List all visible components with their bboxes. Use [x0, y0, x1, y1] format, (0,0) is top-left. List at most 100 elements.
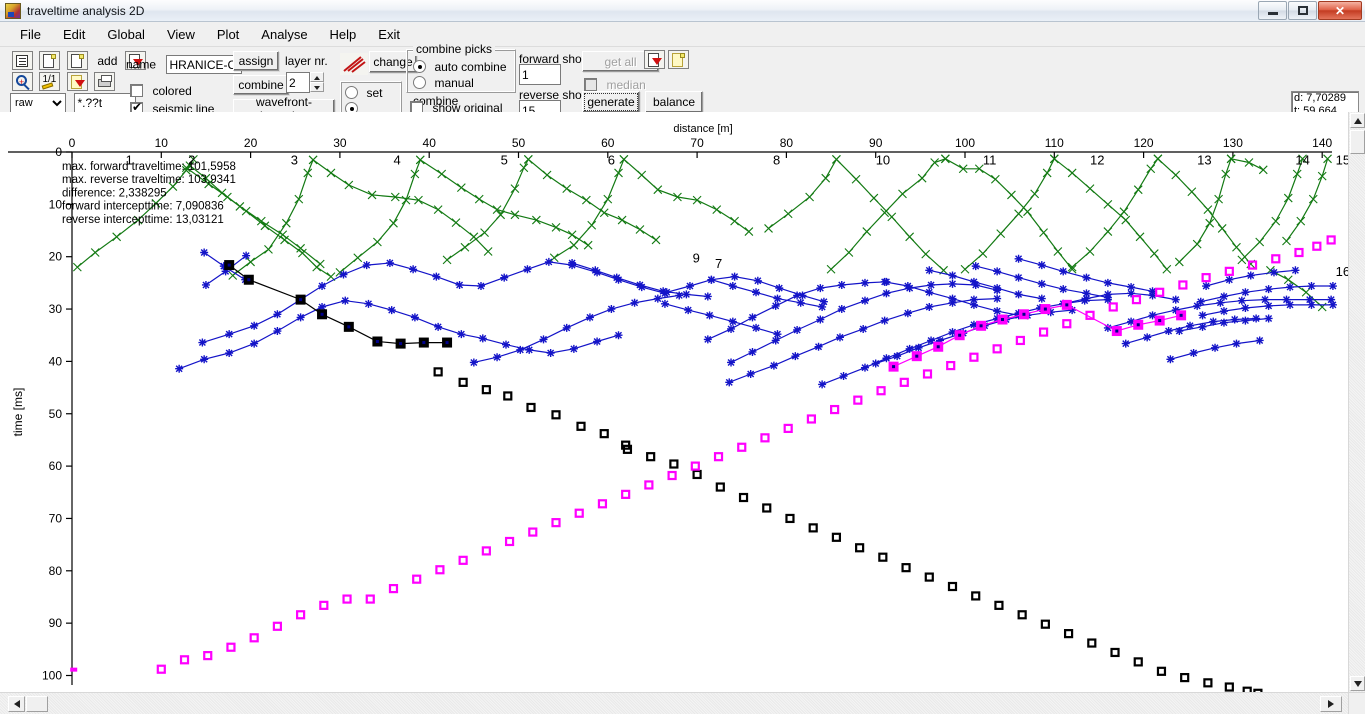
series-blue-c1	[469, 291, 684, 367]
data-marker-core	[299, 298, 303, 302]
data-marker-open-square	[1131, 295, 1142, 305]
one-to-one-icon[interactable]: 1/1	[39, 72, 61, 91]
scroll-up-button[interactable]	[1350, 113, 1365, 128]
layer-nr-row: layer nr.	[285, 52, 328, 70]
list-icon[interactable]	[12, 51, 33, 70]
scroll-left-button[interactable]	[8, 696, 25, 712]
menu-view[interactable]: View	[156, 24, 206, 45]
data-marker-open-square	[924, 572, 934, 582]
data-marker-x	[653, 185, 663, 195]
menu-plot[interactable]: Plot	[206, 24, 250, 45]
data-marker-star	[516, 345, 525, 354]
layer-nr-input[interactable]	[286, 72, 310, 93]
export-doc-icon[interactable]	[668, 50, 689, 69]
vertical-scrollbar[interactable]	[1348, 112, 1365, 692]
data-marker-star	[893, 352, 902, 361]
data-marker-x	[844, 248, 854, 257]
series-green-shot-13a	[1174, 154, 1236, 267]
x-tick-label: 120	[1134, 136, 1154, 150]
scroll-down-button[interactable]	[1350, 676, 1365, 691]
vertical-scroll-thumb[interactable]	[1350, 130, 1365, 154]
shot-label: 16	[1336, 264, 1348, 279]
data-marker-star	[837, 280, 846, 289]
data-marker-open-square	[853, 395, 863, 405]
print-icon[interactable]	[94, 72, 116, 91]
series-blue-i2	[1014, 254, 1157, 296]
menu-edit[interactable]: Edit	[52, 24, 96, 45]
data-marker-star	[1121, 339, 1130, 348]
export-save-icon[interactable]	[644, 50, 665, 69]
zoom-in-icon[interactable]: +	[12, 72, 33, 91]
menu-analyse[interactable]: Analyse	[250, 24, 318, 45]
layer-nr-spinner[interactable]	[310, 72, 324, 92]
data-marker-x	[1232, 242, 1241, 252]
strike-icon[interactable]	[340, 53, 368, 75]
colored-checkbox-row[interactable]: colored	[130, 82, 192, 100]
maximize-button[interactable]	[1288, 1, 1317, 20]
horizontal-scroll-thumb[interactable]	[26, 696, 48, 712]
combine-button[interactable]: combine	[233, 75, 289, 95]
set-radio[interactable]	[345, 86, 358, 100]
data-marker-x	[433, 205, 443, 214]
new-doc-icon[interactable]	[39, 51, 61, 70]
data-marker-open-square	[1203, 678, 1213, 688]
layer-nr-spinner-down[interactable]	[310, 82, 324, 92]
filetype-select[interactable]: raw	[10, 93, 66, 113]
data-marker-x	[415, 155, 425, 165]
data-marker-open-square	[1156, 666, 1167, 676]
scroll-right-button[interactable]	[1320, 696, 1342, 712]
menu-file[interactable]: File	[9, 24, 52, 45]
minimize-icon	[1267, 12, 1278, 15]
data-marker-star	[948, 294, 957, 303]
balance-button[interactable]: balance	[645, 91, 703, 113]
name-input[interactable]	[166, 55, 243, 74]
data-marker-x	[730, 216, 739, 226]
data-marker-open-square	[458, 377, 468, 387]
data-marker-star	[1307, 282, 1316, 291]
data-marker-x	[617, 215, 627, 225]
layer-nr-spinner-up[interactable]	[310, 72, 324, 82]
close-button[interactable]: ✕	[1318, 1, 1362, 20]
data-marker-open-square	[272, 621, 282, 631]
data-marker-x	[1135, 232, 1145, 242]
data-marker-star	[793, 291, 802, 300]
data-marker-star	[1219, 318, 1228, 327]
file-mask-input[interactable]	[74, 93, 137, 113]
data-marker-x	[1292, 169, 1302, 179]
data-marker-star	[948, 279, 957, 288]
data-marker-x	[851, 174, 861, 184]
traveltime-plot[interactable]: 0 10 20 30 40 50 60 70 80 90 100 110 120 130 140 0 10 20 3…	[0, 112, 1348, 692]
data-marker-star	[818, 380, 827, 389]
menu-help[interactable]: Help	[319, 24, 368, 45]
colored-checkbox[interactable]	[130, 84, 143, 98]
data-marker-open-square	[876, 386, 886, 396]
data-marker-open-square	[1017, 610, 1027, 620]
data-marker-x	[1296, 216, 1306, 226]
data-marker-star	[927, 280, 936, 289]
series-line	[730, 283, 998, 363]
horizontal-scrollbar[interactable]	[0, 692, 1348, 714]
data-marker-star	[860, 296, 869, 305]
forward-shot-input[interactable]	[519, 64, 561, 85]
data-marker-x	[1317, 302, 1327, 312]
menu-exit[interactable]: Exit	[367, 24, 411, 45]
data-marker-star	[607, 305, 616, 314]
generate-button[interactable]: generate	[582, 91, 640, 113]
data-marker-x	[764, 224, 773, 233]
data-marker-star	[993, 267, 1002, 276]
data-marker-star	[341, 296, 350, 305]
x-tick-label: 40	[423, 136, 437, 150]
minimize-button[interactable]	[1258, 1, 1287, 20]
auto-combine-radio[interactable]	[413, 60, 426, 74]
data-marker-star	[585, 313, 594, 322]
assign-button[interactable]: assign	[233, 51, 279, 71]
menu-global[interactable]: Global	[96, 24, 156, 45]
paste-icon[interactable]	[66, 72, 88, 91]
shot-label: 11	[983, 152, 997, 167]
median-checkbox[interactable]	[584, 78, 597, 92]
data-marker-star	[593, 337, 602, 346]
manual-combine-radio[interactable]	[413, 76, 426, 90]
data-marker-x	[637, 170, 647, 180]
data-marker-core	[1065, 303, 1069, 307]
open-doc-icon[interactable]	[66, 51, 88, 70]
